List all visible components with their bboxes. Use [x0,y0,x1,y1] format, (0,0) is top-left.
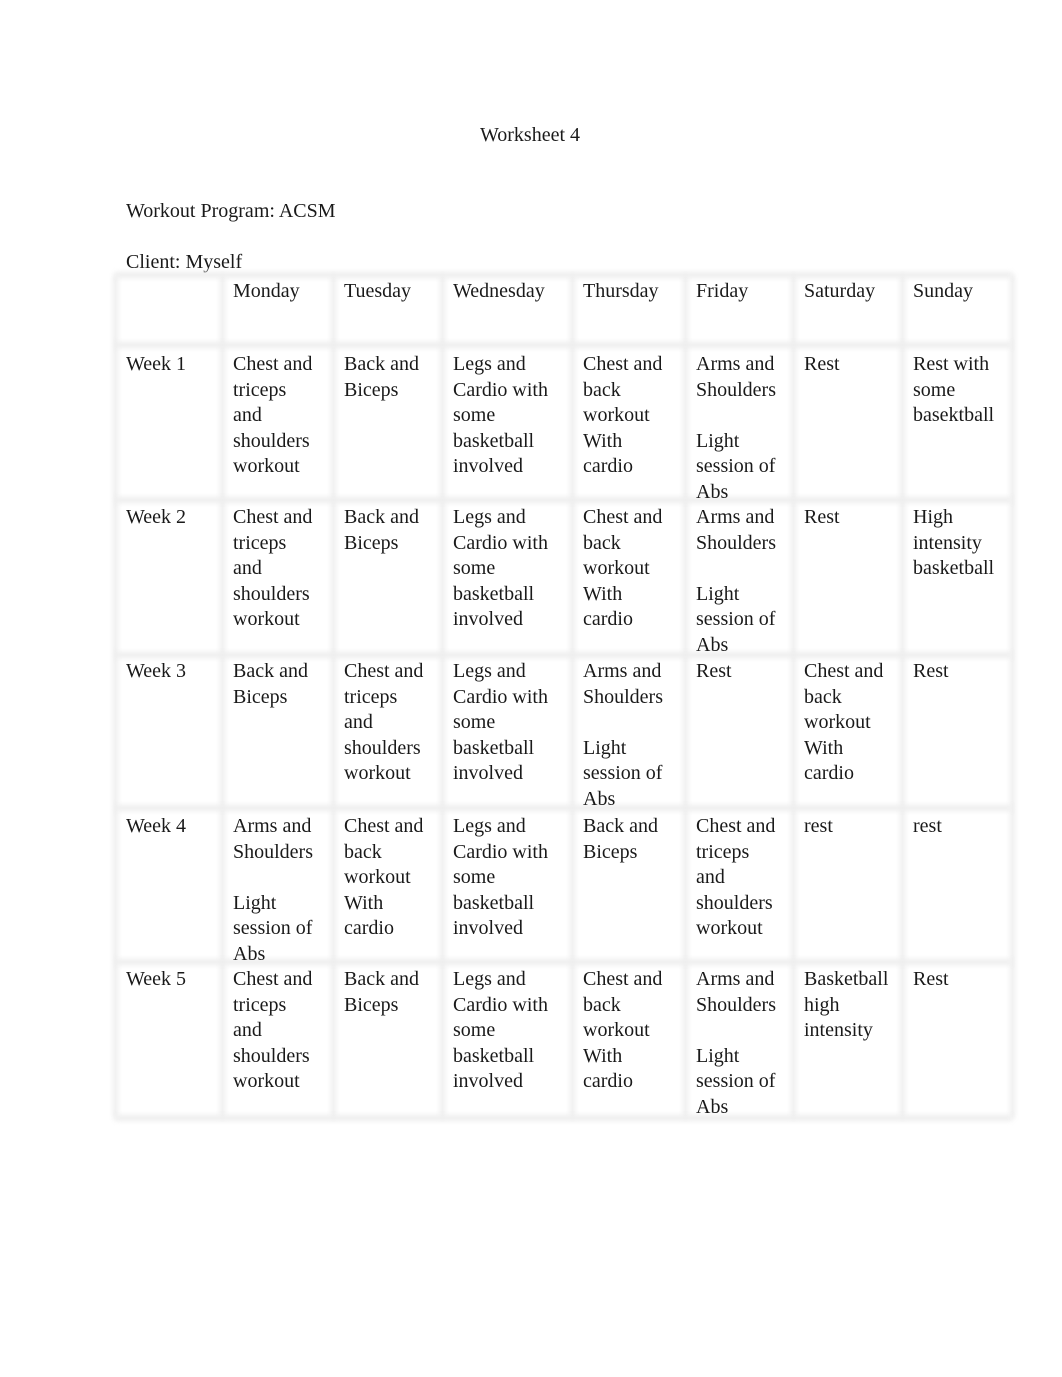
table-row-divider [115,1115,1012,1121]
schedule-cell-thursday: Chest and back workout With cardio [583,968,663,1092]
table-column-divider [900,275,905,1118]
schedule-cell-sunday: Rest with some basektball [913,353,995,426]
table-row-divider [115,805,1012,811]
schedule-cell-saturday: rest [804,815,833,837]
schedule-cell-thursday: Chest and back workout With cardio [583,353,663,477]
schedule-cell-friday: Arms and Shoulders Light session of Abs [696,506,776,656]
header-cell-sunday: Sunday [913,280,973,302]
schedule-cell-monday: Arms and Shoulders Light session of Abs [233,815,313,965]
schedule-cell-friday: Arms and Shoulders Light session of Abs [696,968,776,1118]
table-column-divider [440,275,445,1118]
schedule-cell-monday: Back and Biceps [233,660,308,708]
schedule-cell-saturday: Rest [804,506,840,528]
week-label: Week 4 [126,815,187,837]
schedule-cell-wednesday: Legs and Cardio with some basketball inv… [453,353,548,477]
schedule-cell-thursday: Arms and Shoulders Light session of Abs [583,660,663,810]
schedule-cell-sunday: High intensity basketball [913,506,995,579]
week-label: Week 1 [126,353,187,375]
table-column-divider [1010,275,1015,1118]
table-column-divider [331,275,336,1118]
schedule-cell-tuesday: Back and Biceps [344,506,419,554]
client-label: Client: Myself [126,251,243,273]
header-cell-monday: Monday [233,280,300,302]
header-cell-tuesday: Tuesday [344,280,412,302]
schedule-cell-thursday: Back and Biceps [583,815,658,863]
week-label: Week 3 [126,660,187,682]
table-row-divider [115,652,1012,658]
week-label: Week 5 [126,968,187,990]
schedule-cell-friday: Chest and triceps and shoulders workout [696,815,776,939]
schedule-cell-tuesday: Back and Biceps [344,968,419,1016]
schedule-cell-sunday: Rest [913,968,949,990]
header-cell-thursday: Thursday [583,280,659,302]
header-cell-saturday: Saturday [804,280,876,302]
schedule-cell-saturday: Basketball high intensity [804,968,889,1041]
table-row-divider [115,272,1012,278]
schedule-cell-sunday: Rest [913,660,949,682]
schedule-cell-tuesday: Back and Biceps [344,353,419,401]
table-column-divider [683,275,688,1118]
table-column-divider [570,275,575,1118]
schedule-cell-monday: Chest and triceps and shoulders workout [233,968,313,1092]
table-row-divider [115,342,1012,348]
schedule-cell-friday: Rest [696,660,732,682]
schedule-cell-tuesday: Chest and back workout With cardio [344,815,424,939]
worksheet-title: Worksheet 4 [479,124,581,146]
schedule-cell-thursday: Chest and back workout With cardio [583,506,663,630]
schedule-cell-wednesday: Legs and Cardio with some basketball inv… [453,660,548,784]
schedule-cell-wednesday: Legs and Cardio with some basketball inv… [453,968,548,1092]
week-label: Week 2 [126,506,187,528]
table-row-divider [115,497,1012,503]
header-cell-friday: Friday [696,280,749,302]
table-column-divider [220,275,225,1118]
schedule-cell-saturday: Chest and back workout With cardio [804,660,884,784]
schedule-cell-wednesday: Legs and Cardio with some basketball inv… [453,506,548,630]
schedule-cell-tuesday: Chest and triceps and shoulders workout [344,660,424,784]
workout-program-label: Workout Program: ACSM [126,200,336,222]
schedule-cell-saturday: Rest [804,353,840,375]
table-column-divider [113,275,118,1118]
schedule-cell-wednesday: Legs and Cardio with some basketball inv… [453,815,548,939]
schedule-cell-sunday: rest [913,815,942,837]
table-column-divider [791,275,796,1118]
schedule-cell-monday: Chest and triceps and shoulders workout [233,506,313,630]
schedule-cell-monday: Chest and triceps and shoulders workout [233,353,313,477]
schedule-cell-friday: Arms and Shoulders Light session of Abs [696,353,776,503]
header-cell-wednesday: Wednesday [453,280,545,302]
